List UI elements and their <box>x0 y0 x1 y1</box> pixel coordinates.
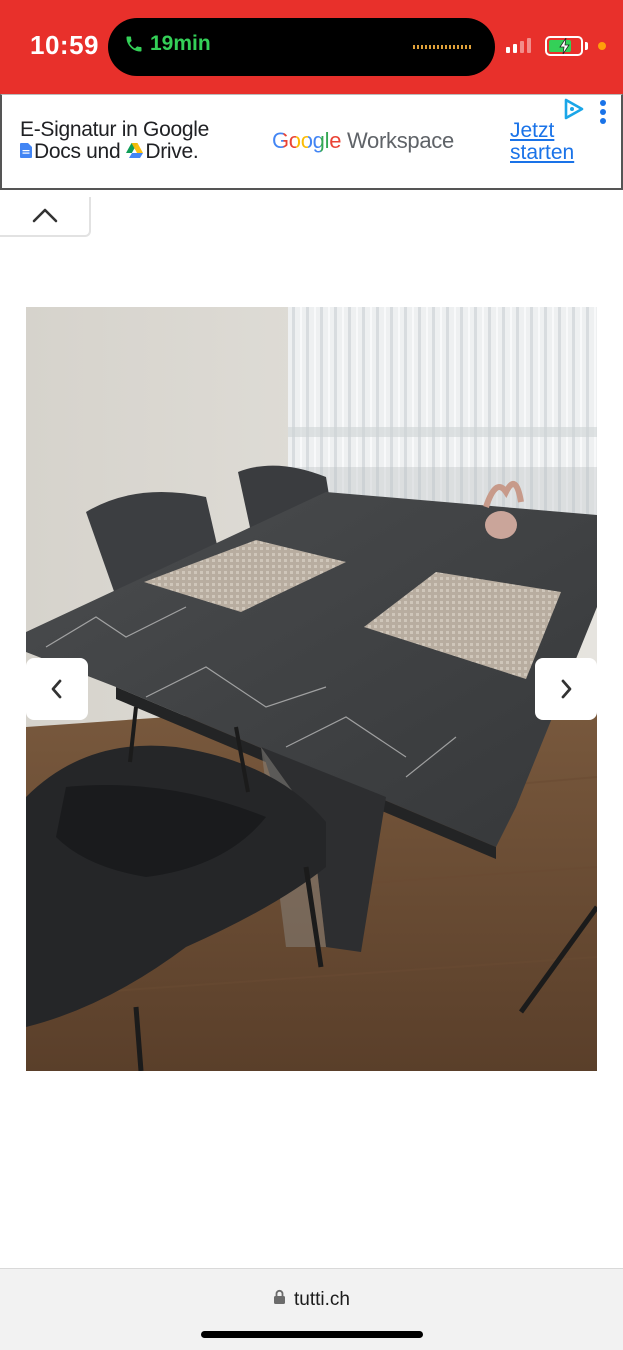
audio-waveform-icon <box>413 45 473 49</box>
ad-more-options-icon[interactable] <box>600 100 610 127</box>
home-indicator[interactable] <box>201 1331 423 1338</box>
collapse-ad-button[interactable] <box>0 197 91 237</box>
google-docs-icon <box>20 141 32 163</box>
clock-time: 10:59 <box>30 30 99 60</box>
call-duration: 19min <box>150 32 211 55</box>
dining-table-photo <box>26 307 597 1071</box>
ad-headline-docs: Docs und <box>34 140 121 163</box>
ad-cta-line2: starten <box>510 141 575 164</box>
dynamic-island[interactable]: 19min <box>108 18 495 76</box>
google-drive-icon <box>126 141 144 163</box>
ad-headline-line2: Docs und Drive. <box>20 141 209 163</box>
google-workspace-logo: Google Workspace <box>272 128 454 154</box>
ad-headline-line1: E-Signatur in Google <box>20 118 209 141</box>
ad-cta-link[interactable]: Jetzt starten <box>510 120 574 164</box>
lock-icon <box>273 1289 286 1311</box>
ad-headline[interactable]: E-Signatur in Google Docs und Drive. <box>20 119 209 163</box>
listing-photo[interactable] <box>26 307 597 1071</box>
browser-address-bar[interactable]: tutti.ch <box>0 1268 623 1350</box>
privacy-indicator-dot <box>598 42 606 50</box>
status-bar: 10:59 19min <box>0 0 623 94</box>
url-text: tutti.ch <box>294 1289 350 1310</box>
adchoices-icon[interactable] <box>563 98 585 125</box>
battery-charging-icon <box>545 36 583 56</box>
google-wordmark: Google <box>272 128 342 153</box>
phone-icon <box>124 34 144 54</box>
url-display[interactable]: tutti.ch <box>0 1289 623 1311</box>
workspace-wordmark: Workspace <box>341 128 454 153</box>
ad-banner[interactable]: E-Signatur in Google Docs und Drive. Goo… <box>0 94 623 190</box>
ad-headline-drive: Drive. <box>145 140 199 163</box>
previous-image-button[interactable] <box>26 658 88 720</box>
cellular-signal-icon <box>506 38 531 53</box>
next-image-button[interactable] <box>535 658 597 720</box>
active-call-indicator[interactable]: 19min <box>124 32 211 56</box>
battery-tip <box>585 42 588 50</box>
